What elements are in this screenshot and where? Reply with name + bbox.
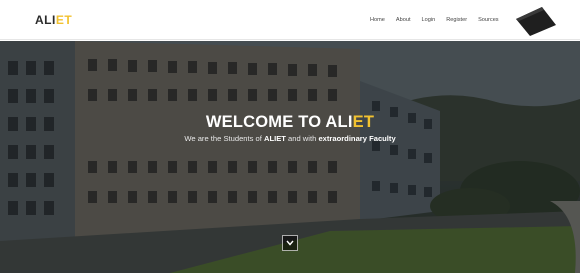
hero-subtitle-part2: and with xyxy=(285,134,319,143)
nav-link-login[interactable]: Login xyxy=(422,17,436,23)
logo-text-prefix: ALI xyxy=(35,13,56,27)
nav-link-sources[interactable]: Sources xyxy=(478,17,499,23)
scroll-down-button[interactable] xyxy=(282,235,298,251)
hero-subtitle-bold1: ALIET xyxy=(263,134,286,143)
top-navbar: ALIET Home About Login Register Sources xyxy=(0,0,580,40)
hero-banner: WELCOME TO ALIET We are the Students of … xyxy=(0,41,580,273)
hero-title-brand: ALIET xyxy=(325,113,374,131)
hero-subtitle-part1: We are the Students of xyxy=(184,134,264,143)
nav-menu: Home About Login Register Sources xyxy=(370,0,499,40)
logo-text-accent: ET xyxy=(55,13,73,27)
chevron-down-icon xyxy=(286,240,294,246)
hero-title-brand-accent: ET xyxy=(352,113,375,131)
hero-title: WELCOME TO ALIET xyxy=(0,113,580,132)
hero-title-prefix: WELCOME TO xyxy=(205,113,326,131)
dark-ribbon-icon xyxy=(516,7,556,36)
site-logo[interactable]: ALIET xyxy=(35,13,72,27)
nav-link-about[interactable]: About xyxy=(396,17,411,23)
hero-subtitle: We are the Students of ALIET and with ex… xyxy=(0,134,580,143)
hero-title-brand-prefix: ALI xyxy=(325,113,353,131)
hero-subtitle-bold2: extraordinary Faculty xyxy=(318,134,396,143)
nav-link-home[interactable]: Home xyxy=(370,17,385,23)
nav-link-register[interactable]: Register xyxy=(446,17,467,23)
